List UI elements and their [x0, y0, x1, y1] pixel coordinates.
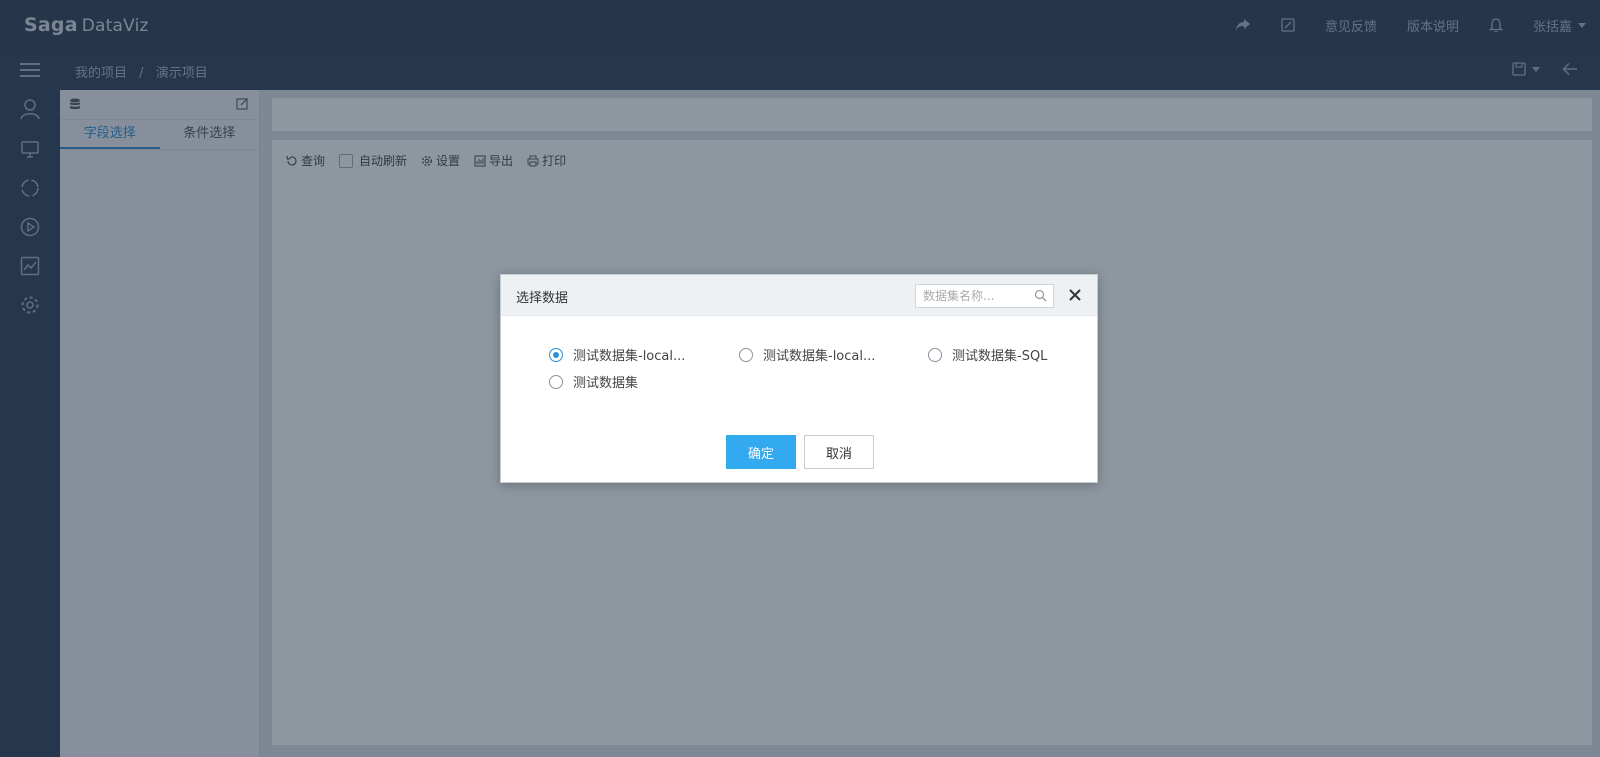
radio-button[interactable] — [739, 347, 753, 362]
search-icon[interactable] — [1034, 289, 1047, 306]
radio-button[interactable] — [549, 374, 563, 389]
dialog-title: 选择数据 — [516, 291, 569, 306]
confirm-button[interactable]: 确定 — [726, 435, 796, 469]
cancel-button[interactable]: 取消 — [804, 435, 874, 469]
dataset-search-input[interactable] — [916, 285, 1026, 307]
dataset-option-label: 测试数据集 — [573, 376, 639, 391]
dataset-option-label: 测试数据集-local... — [763, 349, 876, 364]
dataset-option[interactable]: 测试数据集-local... — [549, 345, 685, 364]
dataset-option[interactable]: 测试数据集-local... — [739, 345, 875, 364]
dataset-search — [915, 284, 1054, 308]
dataset-option[interactable]: 测试数据集 — [549, 372, 638, 391]
close-icon[interactable] — [1068, 288, 1082, 302]
dataset-option-label: 测试数据集-SQL — [952, 349, 1048, 364]
dataset-option[interactable]: 测试数据集-SQL — [928, 345, 1047, 364]
dataset-option-label: 测试数据集-local... — [573, 349, 686, 364]
radio-button[interactable] — [549, 347, 563, 362]
radio-button[interactable] — [928, 347, 942, 362]
select-data-dialog: 选择数据 测试数据集-local... 测试数据集-local... 测试数据集… — [500, 274, 1098, 483]
